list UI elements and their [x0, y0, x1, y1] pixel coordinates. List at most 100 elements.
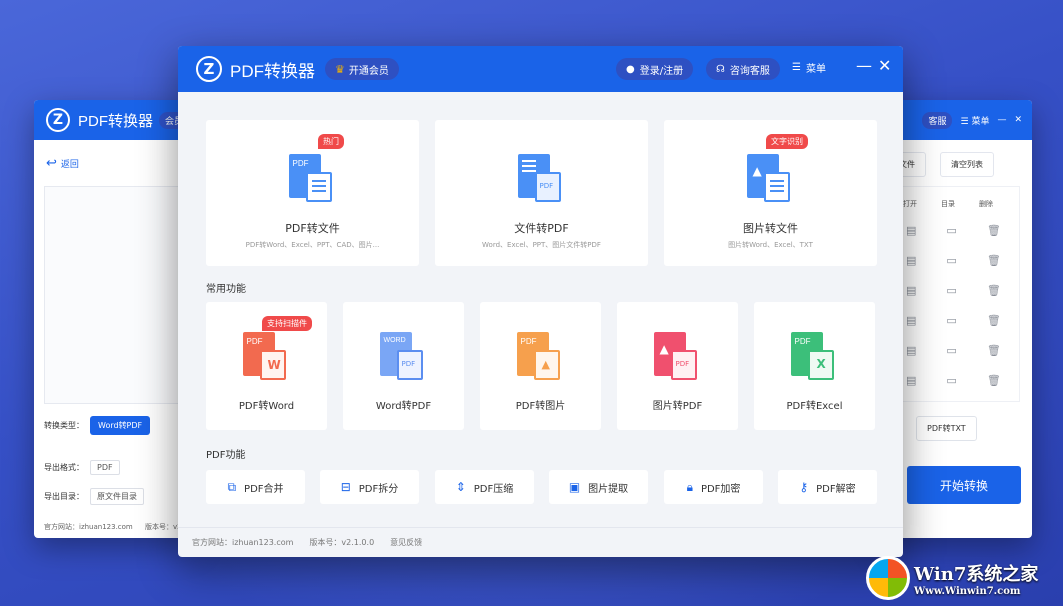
card-pdf-to-file[interactable]: 热门 PDF PDF转文件 PDF转Word、Excel、PPT、CAD、图片.… — [206, 120, 419, 266]
left-footer-site[interactable]: 官方网站：izhuan123.com — [44, 523, 133, 531]
left-window-header: Z PDF转换器 会员 — [34, 100, 194, 140]
trash-icon[interactable]: 🗑 — [987, 284, 1001, 297]
card-pdf-to-excel[interactable]: PDF X PDF转Excel — [754, 302, 875, 430]
login-button[interactable]: ● 登录/注册 — [616, 58, 693, 80]
tool-label: PDF加密 — [701, 480, 740, 495]
open-file-icon[interactable]: ▤ — [906, 344, 916, 357]
tool-label: PDF压缩 — [474, 480, 513, 495]
doc-label: PDF — [540, 182, 554, 190]
main-header: Z PDF转换器 ♛ 开通会员 ● 登录/注册 ☊ 咨询客服 ☰ 菜单 — ✕ — [178, 46, 903, 92]
main-footer: 官方网站：izhuan123.com 版本号：v2.1.0.0 意见反馈 — [192, 537, 422, 548]
tool-pdf-encrypt[interactable]: 🔒︎ PDF加密 — [664, 470, 763, 504]
card-pdf-to-word[interactable]: 支持扫描件 PDF W PDF转Word — [206, 302, 327, 430]
folder-icon[interactable]: ▭ — [946, 224, 956, 237]
pdf-to-word-icon: PDF W — [243, 332, 291, 384]
tool-label: 图片提取 — [588, 480, 628, 495]
right-close-icon[interactable]: ✕ — [1014, 115, 1022, 125]
export-format-select[interactable]: PDF — [90, 460, 120, 475]
footer-version: 版本号：v2.1.0.0 — [309, 537, 374, 548]
key-icon: ⚷ — [799, 480, 808, 494]
card-image-to-file[interactable]: 文字识别 ▲ 图片转文件 图片转Word、Excel、TXT — [664, 120, 877, 266]
excel-x-icon: X — [817, 357, 826, 371]
close-button[interactable]: ✕ — [878, 56, 891, 75]
convert-type-row: 转换类型： Word转PDF — [44, 416, 150, 435]
folder-icon[interactable]: ▭ — [946, 254, 956, 267]
folder-icon[interactable]: ▭ — [946, 374, 956, 387]
lock-icon: 🔒︎ — [687, 480, 693, 495]
mountain-icon: ▲ — [753, 164, 762, 178]
trash-icon[interactable]: 🗑 — [987, 344, 1001, 357]
back-button[interactable]: ↩ 返回 — [46, 156, 79, 171]
ocr-badge: 文字识别 — [766, 134, 808, 149]
headset-icon: ☊ — [716, 64, 725, 75]
image-icon: ▣ — [569, 480, 580, 494]
trash-icon[interactable]: 🗑 — [987, 224, 1001, 237]
right-service-label[interactable]: 客服 — [922, 112, 952, 129]
open-vip-button[interactable]: ♛ 开通会员 — [325, 58, 399, 80]
trash-icon[interactable]: 🗑 — [987, 374, 1001, 387]
menu-button[interactable]: ☰ 菜单 — [792, 60, 826, 75]
image-to-pdf-icon: ▲ PDF — [654, 332, 702, 384]
service-button[interactable]: ☊ 咨询客服 — [706, 58, 780, 80]
card-title: Word转PDF — [343, 397, 464, 412]
footer-site-link[interactable]: 官方网站：izhuan123.com — [192, 537, 293, 548]
pdf-to-excel-icon: PDF X — [791, 332, 839, 384]
open-file-icon[interactable]: ▤ — [906, 284, 916, 297]
card-title: 文件转PDF — [435, 220, 648, 236]
open-file-icon[interactable]: ▤ — [906, 374, 916, 387]
card-title: PDF转文件 — [206, 220, 419, 236]
col-open: 打开 — [903, 199, 917, 209]
trash-icon[interactable]: 🗑 — [987, 314, 1001, 327]
right-menu[interactable]: ☰ 菜单 — [960, 114, 989, 127]
export-dir-select[interactable]: 原文件目录 — [90, 488, 144, 505]
open-file-icon[interactable]: ▤ — [906, 254, 916, 267]
pdf-to-txt-button[interactable]: PDF转TXT — [916, 416, 977, 441]
clear-list-button[interactable]: 清空列表 — [940, 152, 994, 177]
file-preview-area — [44, 186, 184, 404]
card-file-to-pdf[interactable]: PDF 文件转PDF Word、Excel、PPT、图片文件转PDF — [435, 120, 648, 266]
card-title: 图片转PDF — [617, 397, 738, 412]
back-arrow-icon: ↩ — [46, 156, 57, 171]
convert-type-button[interactable]: Word转PDF — [90, 416, 150, 435]
doc-front: PDF — [535, 172, 561, 202]
pdf-to-image-icon: PDF ▲ — [517, 332, 565, 384]
merge-icon: ⧉ — [227, 480, 236, 495]
export-dir-label: 导出目录： — [44, 491, 84, 502]
word-w-icon: W — [268, 358, 281, 372]
card-word-to-pdf[interactable]: WORD PDF Word转PDF — [343, 302, 464, 430]
tool-pdf-decrypt[interactable]: ⚷ PDF解密 — [778, 470, 877, 504]
watermark-url: Www.Winwin7.com — [914, 586, 1038, 597]
app-logo-icon: Z — [196, 56, 222, 82]
scan-badge: 支持扫描件 — [262, 316, 312, 331]
trash-icon[interactable]: 🗑 — [987, 254, 1001, 267]
menu-label: 菜单 — [806, 60, 826, 75]
folder-icon[interactable]: ▭ — [946, 314, 956, 327]
tool-pdf-split[interactable]: ⊟ PDF拆分 — [320, 470, 419, 504]
card-title: PDF转Excel — [754, 397, 875, 412]
minimize-button[interactable]: — — [856, 56, 872, 75]
doc-label: PDF — [293, 159, 309, 168]
hot-badge: 热门 — [318, 134, 344, 149]
common-section-title: 常用功能 — [206, 280, 246, 295]
windows-logo-icon — [866, 556, 910, 600]
open-file-icon[interactable]: ▤ — [906, 224, 916, 237]
menu-icon: ☰ — [792, 62, 801, 73]
open-file-icon[interactable]: ▤ — [906, 314, 916, 327]
tool-image-extract[interactable]: ▣ 图片提取 — [549, 470, 648, 504]
tool-label: PDF合并 — [244, 480, 283, 495]
feedback-link[interactable]: 意见反馈 — [390, 537, 422, 548]
card-pdf-to-image[interactable]: PDF ▲ PDF转图片 — [480, 302, 601, 430]
tool-pdf-compress[interactable]: ⇕ PDF压缩 — [435, 470, 534, 504]
export-dir-row: 导出目录： 原文件目录 — [44, 488, 144, 505]
tool-pdf-merge[interactable]: ⧉ PDF合并 — [206, 470, 305, 504]
doc-front: ▲ — [534, 350, 560, 380]
mountain-icon: ▲ — [660, 342, 669, 356]
folder-icon[interactable]: ▭ — [946, 284, 956, 297]
start-convert-button[interactable]: 开始转换 — [907, 466, 1021, 504]
pdf-to-file-icon: PDF — [289, 154, 337, 206]
doc-label: PDF — [521, 337, 537, 346]
folder-icon[interactable]: ▭ — [946, 344, 956, 357]
right-minimize-icon[interactable]: — — [997, 115, 1006, 125]
card-image-to-pdf[interactable]: ▲ PDF 图片转PDF — [617, 302, 738, 430]
split-icon: ⊟ — [341, 480, 351, 494]
